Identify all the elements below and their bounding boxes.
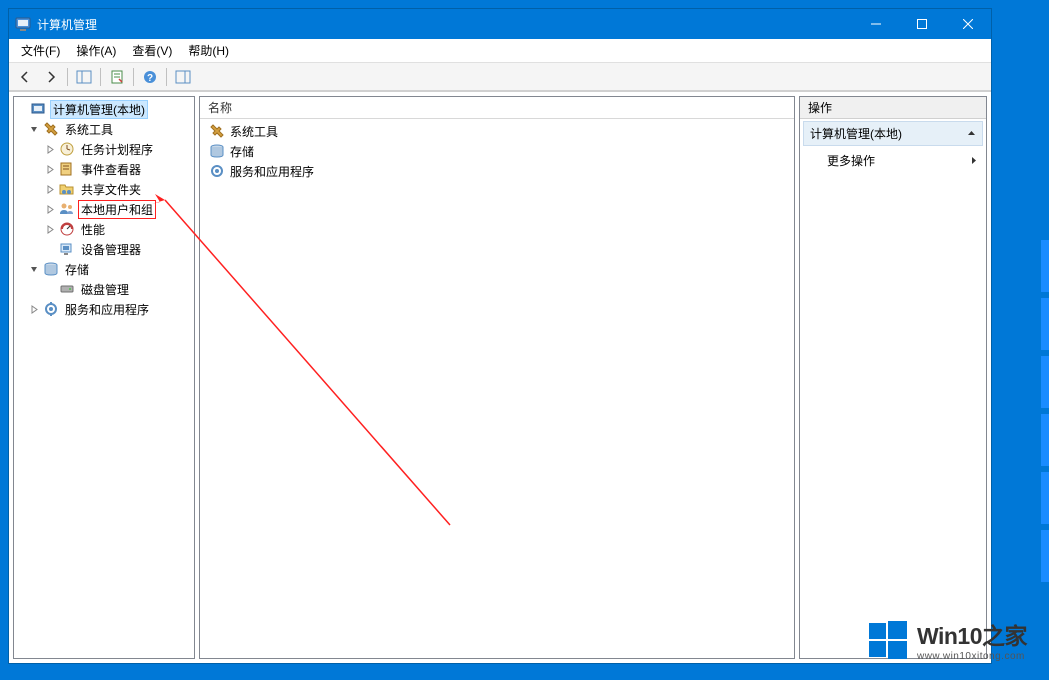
- toolbar-separator: [133, 68, 134, 86]
- expander-icon[interactable]: [28, 303, 40, 315]
- submenu-arrow-icon: [971, 156, 977, 165]
- close-button[interactable]: [945, 9, 991, 39]
- tree-label: 本地用户和组: [78, 200, 156, 219]
- menubar: 文件(F) 操作(A) 查看(V) 帮助(H): [9, 39, 991, 63]
- tree-label: 磁盘管理: [78, 280, 132, 299]
- list-item-label: 服务和应用程序: [230, 163, 314, 180]
- list-item-label: 存储: [230, 143, 254, 160]
- tree-shared-folders[interactable]: 共享文件夹: [14, 179, 194, 199]
- tree-storage[interactable]: 存储: [14, 259, 194, 279]
- list-column-header[interactable]: 名称: [200, 97, 794, 119]
- action-label: 更多操作: [827, 152, 875, 169]
- watermark: Win10之家 www.win10xitong.com: [867, 617, 1027, 662]
- back-button[interactable]: [13, 66, 37, 88]
- taskbar-edge: [1041, 240, 1049, 588]
- app-icon: [15, 16, 31, 32]
- storage-icon: [209, 143, 225, 159]
- content-area: 计算机管理(本地) 系统工具 任务计划程序 事件查看器 共享文件夹: [9, 91, 991, 663]
- performance-icon: [59, 221, 75, 237]
- show-hide-action-button[interactable]: [171, 66, 195, 88]
- tree-root-label: 计算机管理(本地): [50, 100, 148, 119]
- tree-services-apps[interactable]: 服务和应用程序: [14, 299, 194, 319]
- maximize-button[interactable]: [899, 9, 945, 39]
- tree-label: 事件查看器: [78, 160, 144, 179]
- tree-device-manager[interactable]: 设备管理器: [14, 239, 194, 259]
- storage-icon: [43, 261, 59, 277]
- watermark-text: Win10之家 www.win10xitong.com: [917, 617, 1027, 662]
- main-window: 计算机管理 文件(F) 操作(A) 查看(V) 帮助(H) ? 计算机管理(本地…: [8, 8, 992, 664]
- forward-button[interactable]: [39, 66, 63, 88]
- services-icon: [43, 301, 59, 317]
- tree-root[interactable]: 计算机管理(本地): [14, 99, 194, 119]
- event-icon: [59, 161, 75, 177]
- show-hide-tree-button[interactable]: [72, 66, 96, 88]
- tools-icon: [43, 121, 59, 137]
- help-button[interactable]: ?: [138, 66, 162, 88]
- menu-file[interactable]: 文件(F): [13, 39, 68, 62]
- toolbar-separator: [166, 68, 167, 86]
- tools-icon: [209, 123, 225, 139]
- clock-icon: [59, 141, 75, 157]
- tree-label: 存储: [62, 260, 92, 279]
- tree-label: 设备管理器: [78, 240, 144, 259]
- tree-disk-management[interactable]: 磁盘管理: [14, 279, 194, 299]
- actions-pane: 操作 计算机管理(本地) 更多操作: [799, 96, 987, 659]
- expander-spacer: [44, 283, 56, 295]
- windows-logo-icon: [867, 619, 909, 661]
- toolbar-separator: [67, 68, 68, 86]
- expander-icon[interactable]: [44, 163, 56, 175]
- toolbar-separator: [100, 68, 101, 86]
- action-section-label: 计算机管理(本地): [810, 125, 902, 142]
- list-item-label: 系统工具: [230, 123, 278, 140]
- tree-label: 系统工具: [62, 120, 116, 139]
- expander-icon[interactable]: [44, 223, 56, 235]
- tree-label: 共享文件夹: [78, 180, 144, 199]
- shared-folder-icon: [59, 181, 75, 197]
- watermark-title: Win10之家: [917, 617, 1027, 651]
- toolbar: ?: [9, 63, 991, 91]
- expander-icon[interactable]: [44, 143, 56, 155]
- tree-pane[interactable]: 计算机管理(本地) 系统工具 任务计划程序 事件查看器 共享文件夹: [13, 96, 195, 659]
- menu-help[interactable]: 帮助(H): [180, 39, 237, 62]
- menu-action[interactable]: 操作(A): [68, 39, 124, 62]
- expander-icon[interactable]: [16, 103, 28, 115]
- list-item[interactable]: 存储: [200, 141, 794, 161]
- list-item[interactable]: 系统工具: [200, 121, 794, 141]
- tree-label: 性能: [78, 220, 108, 239]
- expander-spacer: [44, 243, 56, 255]
- window-title: 计算机管理: [37, 16, 97, 33]
- list-pane[interactable]: 名称 系统工具 存储 服务和应用程序: [199, 96, 795, 659]
- list-body: 系统工具 存储 服务和应用程序: [200, 119, 794, 658]
- tree-label: 服务和应用程序: [62, 300, 152, 319]
- expander-icon[interactable]: [44, 203, 56, 215]
- minimize-button[interactable]: [853, 9, 899, 39]
- watermark-url: www.win10xitong.com: [917, 651, 1027, 662]
- computer-mgmt-icon: [31, 101, 47, 117]
- users-icon: [59, 201, 75, 217]
- menu-view[interactable]: 查看(V): [124, 39, 180, 62]
- tree-task-scheduler[interactable]: 任务计划程序: [14, 139, 194, 159]
- action-section-header[interactable]: 计算机管理(本地): [803, 121, 983, 146]
- action-more[interactable]: 更多操作: [803, 148, 983, 173]
- tree-system-tools[interactable]: 系统工具: [14, 119, 194, 139]
- tree-label: 任务计划程序: [78, 140, 156, 159]
- expander-icon[interactable]: [28, 263, 40, 275]
- tree-local-users-groups[interactable]: 本地用户和组: [14, 199, 194, 219]
- tree-event-viewer[interactable]: 事件查看器: [14, 159, 194, 179]
- actions-header: 操作: [800, 97, 986, 119]
- collapse-icon: [967, 129, 976, 138]
- expander-icon[interactable]: [44, 183, 56, 195]
- tree-performance[interactable]: 性能: [14, 219, 194, 239]
- disk-icon: [59, 281, 75, 297]
- services-icon: [209, 163, 225, 179]
- svg-text:?: ?: [147, 73, 153, 84]
- list-item[interactable]: 服务和应用程序: [200, 161, 794, 181]
- properties-button[interactable]: [105, 66, 129, 88]
- device-icon: [59, 241, 75, 257]
- expander-icon[interactable]: [28, 123, 40, 135]
- titlebar: 计算机管理: [9, 9, 991, 39]
